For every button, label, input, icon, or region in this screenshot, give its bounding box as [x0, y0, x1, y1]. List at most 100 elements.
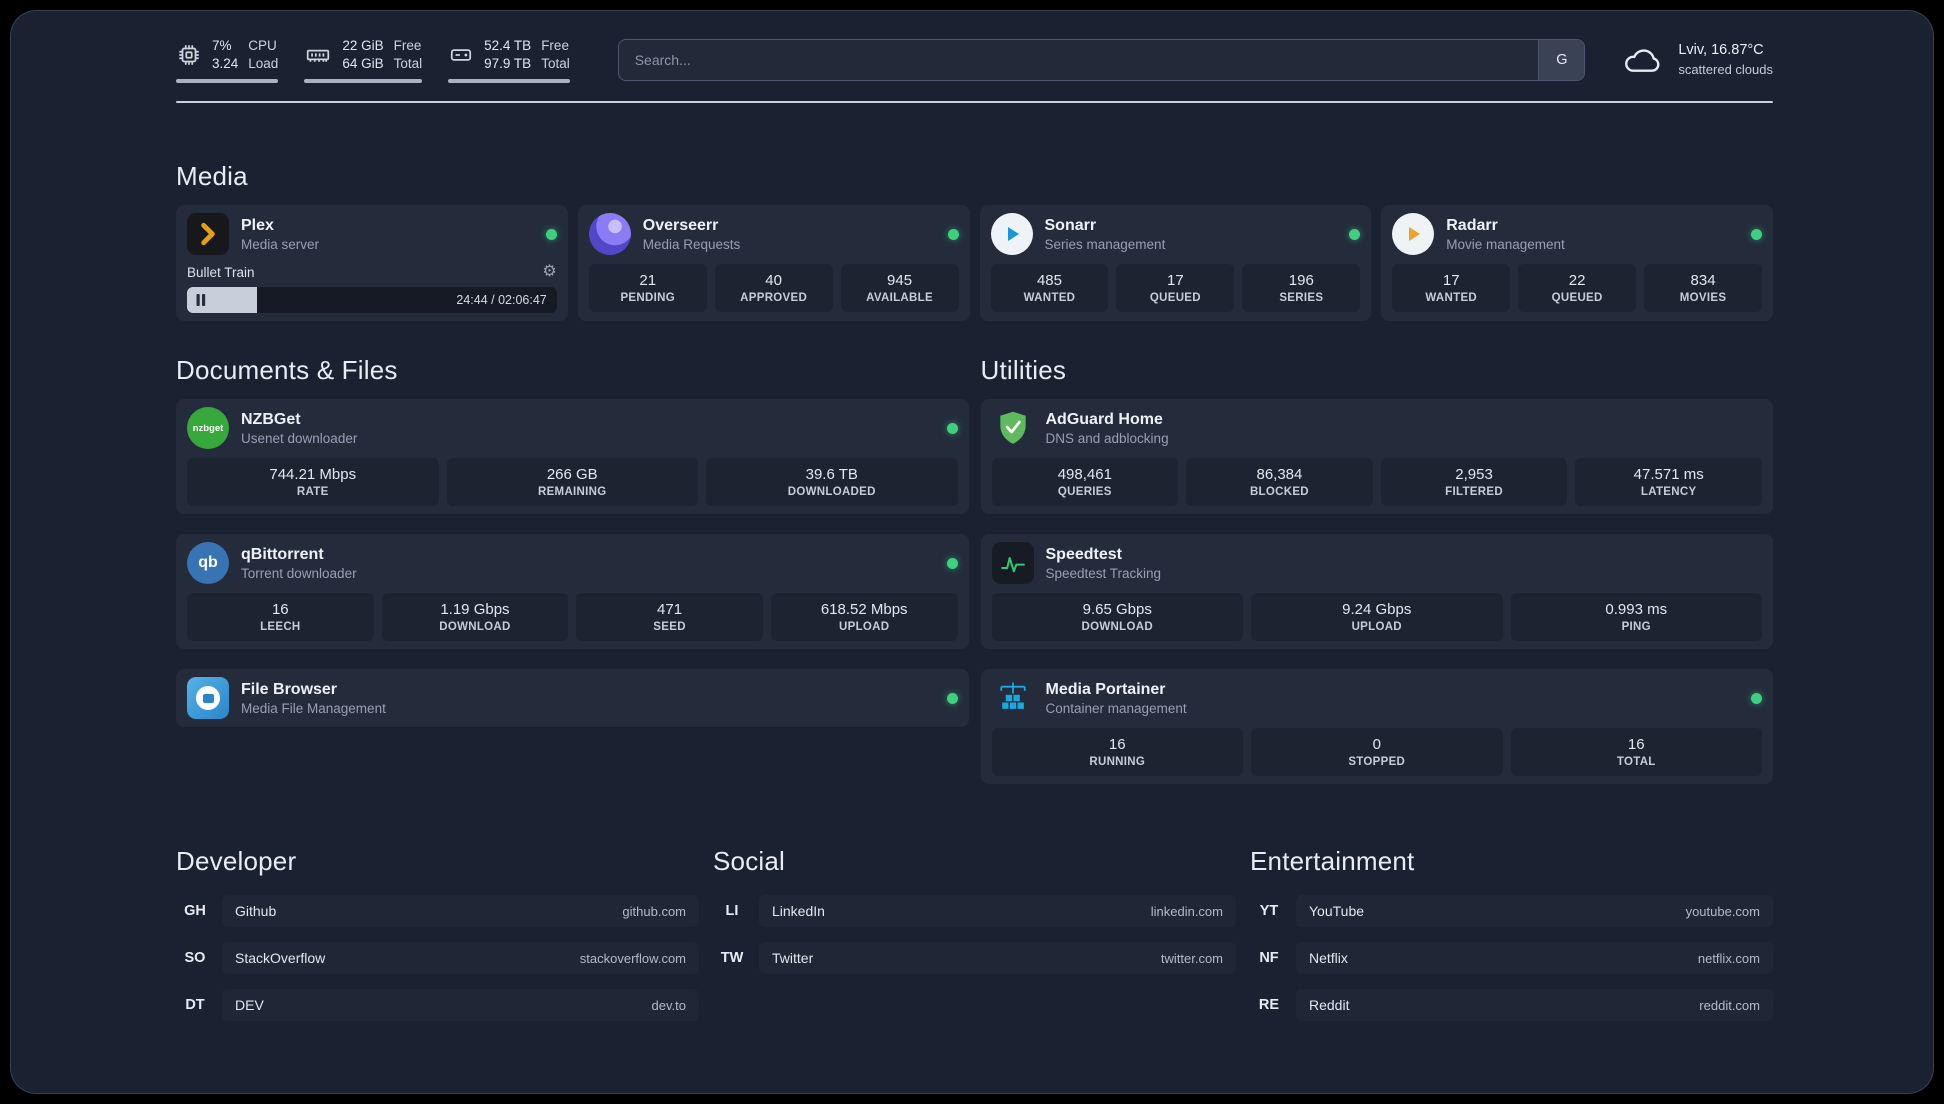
stat-tile: 16 TOTAL: [1510, 728, 1762, 777]
bookmark-row: YT YouTube youtube.com: [1250, 895, 1773, 928]
plex-icon: [187, 213, 229, 256]
app-card-nzbget[interactable]: nzbget NZBGet Usenet downloader 744.21 M…: [176, 399, 969, 515]
app-desc: Media Requests: [642, 236, 741, 252]
topbar-divider: [176, 101, 1773, 104]
cpu-icon: [179, 44, 199, 65]
dashboard: 7% 3.24 CPU Load 22 GiB 64 GiB Free Tota…: [10, 10, 1934, 1094]
qbittorrent-icon: qb: [187, 542, 229, 585]
memory-label-free: Free: [393, 38, 422, 53]
search-input[interactable]: [618, 40, 1539, 81]
bookmark-row: RE Reddit reddit.com: [1250, 989, 1773, 1022]
bookmark-abbr: NF: [1259, 950, 1279, 967]
stat-tile: 485 WANTED: [990, 264, 1109, 313]
pause-icon[interactable]: [196, 294, 206, 307]
disk-free: 52.4 TB: [484, 38, 532, 53]
bookmark-row: LI LinkedIn linkedin.com: [713, 895, 1236, 928]
status-dot-online: [1751, 692, 1762, 704]
memory-icon: [307, 49, 330, 62]
section-title-documents: Documents & Files: [176, 355, 398, 386]
section-documents: Documents & Files nzbget NZBGet Usenet d…: [176, 355, 969, 728]
disk-meter: [448, 79, 570, 84]
cpu-meter: [176, 79, 279, 84]
section-title-developer: Developer: [176, 846, 297, 877]
app-title: Speedtest: [1045, 545, 1122, 563]
section-title-social: Social: [713, 846, 786, 877]
bookmark-abbr: GH: [184, 903, 206, 920]
app-desc: Container management: [1045, 700, 1187, 716]
bookmark-link-stackoverflow[interactable]: StackOverflow stackoverflow.com: [222, 942, 699, 975]
bookmark-link-youtube[interactable]: YouTube youtube.com: [1296, 895, 1773, 928]
weather-condition: scattered clouds: [1678, 62, 1773, 78]
cpu-usage: 7%: [212, 38, 232, 53]
app-card-speedtest[interactable]: Speedtest Speedtest Tracking 9.65 Gbps DO…: [980, 534, 1773, 650]
bookmark-abbr: SO: [184, 950, 206, 967]
app-card-adguard-home[interactable]: AdGuard Home DNS and adblocking 498,461 Q…: [980, 399, 1773, 515]
memory-meter: [304, 79, 423, 84]
bookmark-link-netflix[interactable]: Netflix netflix.com: [1296, 942, 1773, 975]
disk-label-free: Free: [541, 38, 569, 53]
app-card-overseerr[interactable]: Overseerr Media Requests 21 PENDING 40 APP…: [577, 205, 970, 322]
stat-tile: 2,953 FILTERED: [1380, 458, 1568, 507]
weather-widget: Lviv, 16.87°C scattered clouds: [1621, 41, 1773, 78]
nzbget-icon: nzbget: [187, 407, 229, 450]
disk-label-total: Total: [541, 55, 570, 71]
bookmark-link-twitter[interactable]: Twitter twitter.com: [759, 942, 1236, 975]
app-title: NZBGet: [241, 410, 301, 428]
status-dot-online: [946, 557, 958, 569]
memory-total: 64 GiB: [342, 55, 384, 71]
app-desc: Series management: [1044, 236, 1166, 252]
section-utilities: Utilities AdGuard Home DNS and adblockin…: [980, 355, 1773, 785]
stat-tile: 9.65 Gbps DOWNLOAD: [991, 593, 1243, 642]
sonarr-icon: [990, 213, 1033, 256]
section-title-utilities: Utilities: [980, 355, 1067, 386]
player-progress-bar[interactable]: 24:44 / 02:06:47: [187, 287, 557, 314]
speedtest-icon: [991, 542, 1034, 585]
weather-location: Lviv, 16.87°C: [1678, 42, 1764, 59]
stat-tile: 0.993 ms PING: [1510, 593, 1762, 642]
app-desc: Speedtest Tracking: [1045, 565, 1162, 581]
bookmark-link-dev[interactable]: DEV dev.to: [222, 989, 699, 1022]
bookmarks-entertainment: Entertainment YT YouTube youtube.com NF …: [1250, 846, 1773, 1022]
stat-tile: 266 GB REMAINING: [446, 458, 698, 507]
app-card-plex[interactable]: Plex Media server Bullet Train ⚙ 24:44 /…: [176, 205, 568, 322]
app-desc: Usenet downloader: [241, 430, 358, 446]
status-dot-online: [946, 422, 958, 434]
bookmark-link-github[interactable]: Github github.com: [222, 895, 699, 928]
status-dot-online: [1349, 228, 1361, 240]
adguard-shield-icon: [992, 407, 1034, 449]
stat-tile: 47.571 ms LATENCY: [1575, 458, 1762, 507]
bookmark-row: GH Github github.com: [176, 895, 699, 928]
app-desc: Media server: [241, 236, 320, 252]
bookmarks-developer: Developer GH Github github.com SO StackO…: [176, 846, 699, 1022]
cpu-load: 3.24: [212, 55, 239, 71]
disk-icon: [451, 48, 472, 61]
status-dot-online: [947, 228, 959, 240]
bookmark-row: TW Twitter twitter.com: [713, 942, 1236, 975]
cpu-label-1: CPU: [248, 38, 277, 53]
search-provider-button[interactable]: G: [1538, 40, 1585, 81]
app-desc: Movie management: [1446, 236, 1565, 252]
status-dot-online: [946, 692, 958, 704]
bookmarks-social: Social LI LinkedIn linkedin.com TW Twitt…: [713, 846, 1236, 975]
app-card-portainer[interactable]: Media Portainer Container management 16 R…: [980, 669, 1773, 785]
bookmark-link-linkedin[interactable]: LinkedIn linkedin.com: [759, 895, 1236, 928]
stat-tile: 945 AVAILABLE: [840, 264, 959, 313]
app-card-file-browser[interactable]: File Browser Media File Management: [176, 669, 969, 728]
status-dot-online: [545, 228, 557, 240]
memory-free: 22 GiB: [342, 38, 384, 53]
top-bar: 7% 3.24 CPU Load 22 GiB 64 GiB Free Tota…: [176, 37, 1773, 84]
memory-widget: 22 GiB 64 GiB Free Total: [304, 37, 423, 84]
gear-icon[interactable]: ⚙: [542, 264, 556, 280]
app-card-radarr[interactable]: Radarr Movie management 17 WANTED 22 QUEUE…: [1381, 205, 1773, 322]
app-card-qbittorrent[interactable]: qb qBittorrent Torrent downloader 16 LEEC…: [176, 534, 969, 650]
bookmark-link-reddit[interactable]: Reddit reddit.com: [1296, 989, 1773, 1022]
file-browser-icon: [187, 677, 229, 720]
bookmark-abbr: YT: [1259, 903, 1279, 920]
app-title: AdGuard Home: [1045, 410, 1163, 428]
stat-tile: 618.52 Mbps UPLOAD: [770, 593, 958, 642]
stat-tile: 17 QUEUED: [1116, 264, 1235, 313]
app-card-sonarr[interactable]: Sonarr Series management 485 WANTED 17 QUE…: [979, 205, 1372, 322]
portainer-icon: [992, 677, 1034, 719]
playback-time: 24:44 / 02:06:47: [456, 293, 547, 308]
cpu-widget: 7% 3.24 CPU Load: [176, 37, 279, 84]
